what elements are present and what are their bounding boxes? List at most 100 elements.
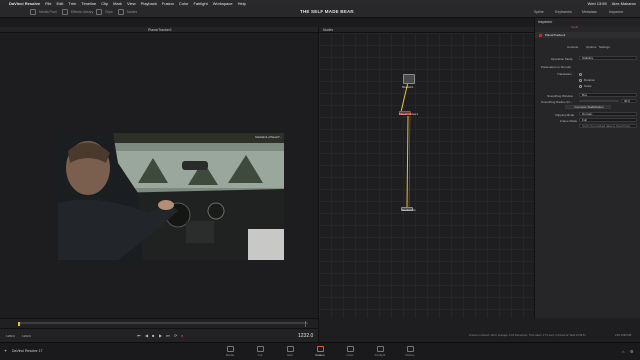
page-media-label: Media [225,353,235,357]
nodes-icon[interactable] [118,9,124,15]
page-fairlight[interactable]: Fairlight [368,346,392,357]
menu-help[interactable]: Help [238,1,246,6]
smoothing-radius-label: Smoothing Radius (Fr... [541,100,573,104]
menu-color[interactable]: Color [179,1,189,6]
menu-playback[interactable]: Playback [141,1,157,6]
transport-bar: 1180.0 1160.0 ⏮ ◀ ■ ▶ ⏭ ⟳ ● 1232.0 [0,328,318,342]
nodes-button[interactable]: Nodes [127,10,137,14]
effects-library-button[interactable]: Effects Library [71,10,93,14]
app-version-label: DaVinci Resolve 17 [12,349,43,353]
inspector-panel: Tools PlanarTracker1 Controls Options Se… [534,25,640,318]
page-color[interactable]: Color [338,346,362,357]
menu-view[interactable]: View [127,1,136,6]
section-parameters-to-smooth[interactable]: Parameters to Smooth [541,65,571,69]
clips-icon[interactable] [96,9,102,15]
menu-workspace[interactable]: Workspace [213,1,233,6]
inspector-tools-tab[interactable]: Tools [571,25,578,29]
spline-button[interactable]: Spline [534,10,544,14]
deliver-page-icon [406,346,414,352]
clips-button[interactable]: Clips [105,10,113,14]
tracker-label: MediaIn1+PlanarT... [255,135,282,139]
system-tray: Wed 13:59 Alex Makarov [587,0,636,7]
render-start-marker[interactable] [18,322,20,326]
media-pool-icon[interactable] [30,9,36,15]
page-fusion-label: Fusion [315,353,325,357]
node-mediain1[interactable] [403,74,415,84]
node-editor[interactable]: MediaIn1 PlanarTracker1 MediaOut1 [318,33,534,318]
toolbar: Media Pool Effects Library Clips Nodes T… [0,7,640,18]
time-ruler[interactable] [0,318,318,328]
frame-mode-select[interactable]: Full [579,118,637,122]
record-icon[interactable]: ● [181,333,183,338]
menu-fusion[interactable]: Fusion [162,1,174,6]
resolve-logo-icon: ✦ [4,349,7,353]
menu-fairlight[interactable]: Fairlight [193,1,207,6]
render-start-frame[interactable]: 1180.0 [6,334,15,338]
smoothing-window-select[interactable]: Box [579,93,637,97]
smoothing-radius-slider[interactable] [579,100,619,102]
playhead[interactable] [305,321,306,327]
translation-checkbox[interactable] [579,72,582,76]
inspector-title: Inspector [538,19,553,24]
render-status-text: Frames rendered: 110.0, Average: 4.91 fr… [469,334,586,337]
inspector-header: Inspector [534,18,640,26]
rotation-checkbox[interactable] [579,78,582,82]
scale-checkbox-label: Scale [584,84,592,88]
smoothing-window-label: Smoothing Window [547,94,573,98]
operation-mode-select[interactable]: Stabilize [579,56,637,60]
inspector-button[interactable]: Inspector [609,10,623,14]
operation-mode-label: Operation Mode [551,57,573,61]
play-icon[interactable]: ▶ [159,333,162,338]
menu-edit[interactable]: Edit [57,1,64,6]
menu-timeline[interactable]: Timeline [81,1,96,6]
translation-checkbox-label: Translation [557,72,572,76]
fusion-page-icon [316,346,324,352]
menu-file[interactable]: File [45,1,51,6]
render-end-frame[interactable]: 1160.0 [22,334,31,338]
settings-gear-icon[interactable]: ⚙ [630,349,634,354]
skip-back-icon[interactable]: ⏮ [137,333,141,338]
tab-options[interactable]: Options [586,45,596,49]
keyframes-button[interactable]: Keyframes [555,10,572,14]
skip-forward-icon[interactable]: ⏭ [166,333,170,338]
app-menu[interactable]: DaVinci Resolve [9,1,40,6]
smoothing-radius-value[interactable]: 30.0 [621,99,637,103]
node-mediain1-label: MediaIn1 [402,85,414,89]
menu-trim[interactable]: Trim [68,1,76,6]
node-mediaout1-label: MediaOut1 [402,207,416,212]
fairlight-page-icon [376,346,384,352]
page-deliver-label: Deliver [405,353,415,357]
media-pool-button[interactable]: Media Pool [39,10,57,14]
rotation-checkbox-label: Rotation [584,78,596,82]
tab-settings[interactable]: Settings [599,45,610,49]
page-deliver[interactable]: Deliver [398,346,422,357]
home-icon[interactable]: ⌂ [622,349,624,354]
clipping-mode-select[interactable]: Domain [579,112,637,116]
page-media[interactable]: Media [218,346,242,357]
viewer[interactable]: MediaIn1+PlanarT... [0,33,318,318]
page-cut[interactable]: Cut [248,346,272,357]
edit-page-icon [286,346,294,352]
page-edit[interactable]: Edit [278,346,302,357]
project-status: Edited [343,9,353,14]
node-enable-icon[interactable] [539,33,542,37]
current-timecode[interactable]: 1232.0 [298,333,313,339]
tab-controls[interactable]: Controls [567,45,578,49]
menu-mark[interactable]: Mark [113,1,122,6]
page-fusion[interactable]: Fusion [308,346,332,357]
scale-checkbox[interactable] [579,84,582,88]
inspector-node-name: PlanarTracker1 [545,33,566,37]
viewer-title: PlanarTracker1 [148,28,172,32]
nodes-title: Nodes [323,28,334,32]
video-frame[interactable]: MediaIn1+PlanarT... [58,133,284,260]
status-area: Frames rendered: 110.0, Average: 4.91 fr… [318,318,640,342]
menu-clip[interactable]: Clip [101,1,108,6]
ruler-track[interactable] [18,322,308,324]
stop-icon[interactable]: ■ [152,333,154,338]
user-name[interactable]: Alex Makarov [612,1,636,6]
play-reverse-icon[interactable]: ◀ [145,333,148,338]
compute-stabilization-button[interactable]: Compute Stabilization [565,105,611,109]
loop-icon[interactable]: ⟳ [174,333,177,338]
metadata-button[interactable]: Metadata [582,10,597,14]
effects-icon[interactable] [62,9,68,15]
